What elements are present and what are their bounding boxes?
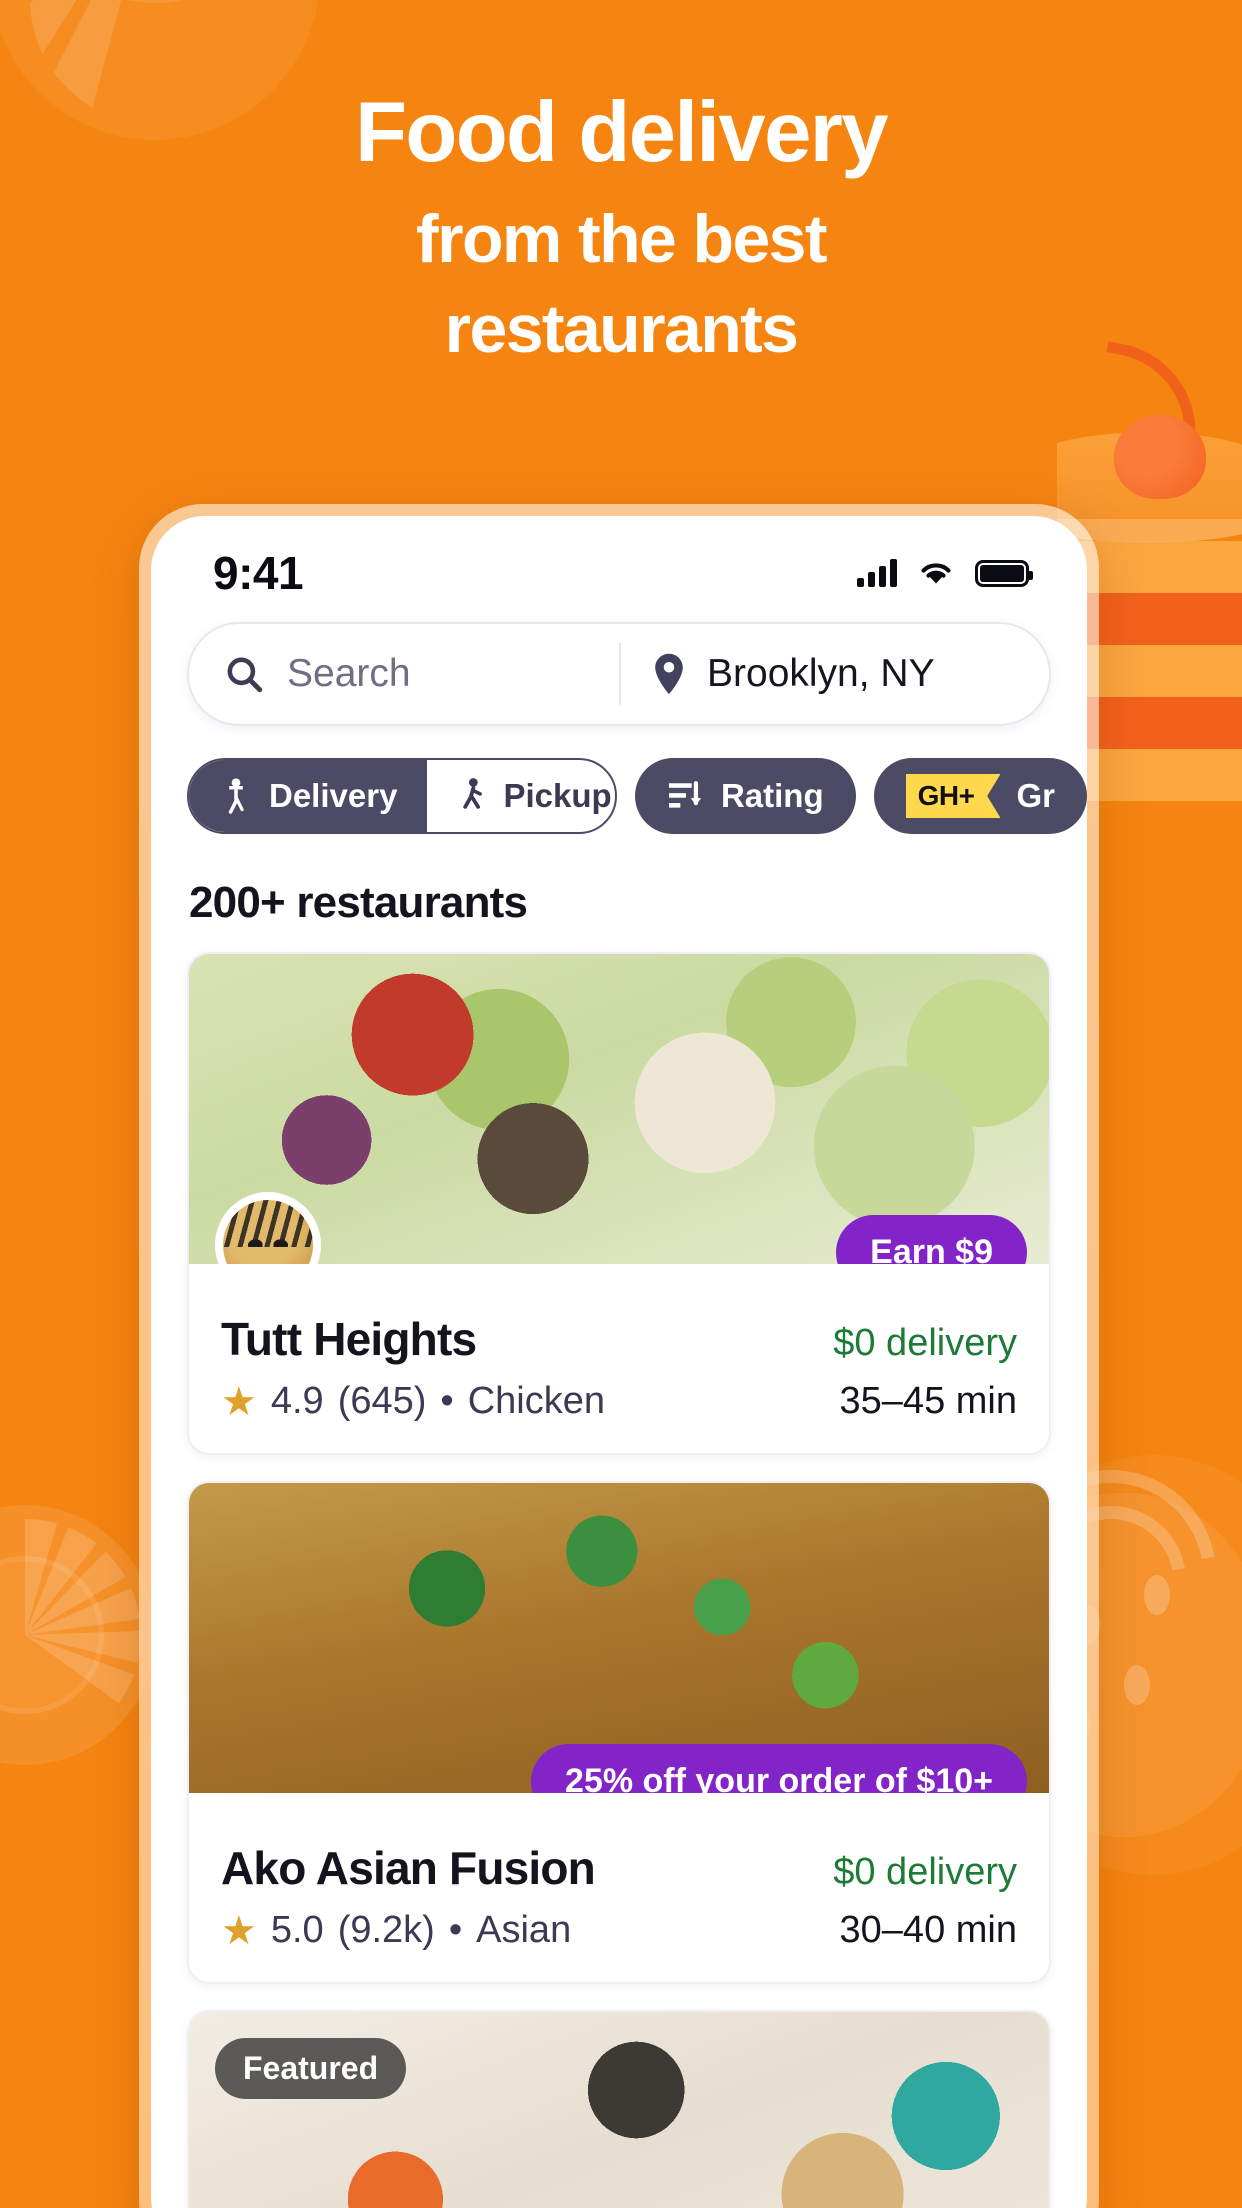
filter-chip-rating[interactable]: Rating [634, 758, 856, 834]
restaurant-card-body: Ako Asian Fusion $0 delivery ★ 5.0 (9.2k… [189, 1793, 1049, 1982]
location-value: Brooklyn, NY [707, 652, 935, 695]
location-input[interactable]: Brooklyn, NY [621, 652, 935, 696]
meta-separator: • [448, 1909, 463, 1951]
rating-value: 5.0 [270, 1909, 324, 1951]
review-count: (645) [337, 1380, 427, 1422]
featured-badge: Featured [215, 2038, 407, 2099]
filter-chip-rating-label: Rating [720, 777, 824, 814]
search-input[interactable]: Search [189, 652, 619, 696]
restaurant-photo-tacos[interactable]: Featured [189, 2012, 1049, 2208]
star-icon: ★ [221, 1379, 257, 1424]
citrus-slice-decoration-left [0, 1505, 155, 1765]
status-bar-icons [857, 559, 1033, 587]
filter-chip-gh-plus-label: Gr [1016, 777, 1055, 814]
restaurant-photo-noodles[interactable]: 25% off your order of $10+ [189, 1483, 1049, 1793]
filter-chips-row: Delivery Pickup Rating GH+ Gr [151, 726, 1087, 834]
delivery-fee: $0 delivery [833, 1322, 1017, 1364]
restaurant-card-body: Tutt Heights $0 delivery ★ 4.9 (645) • C… [189, 1264, 1049, 1453]
meta-separator: • [440, 1380, 454, 1422]
status-bar-time: 9:41 [213, 547, 304, 599]
battery-icon [975, 559, 1033, 587]
cherry-icon [1114, 415, 1206, 499]
delivery-scooter-icon [228, 778, 244, 814]
restaurant-photo-greek-salad[interactable]: Earn $9 [189, 954, 1049, 1264]
rating-value: 4.9 [270, 1380, 324, 1422]
search-placeholder: Search [287, 652, 411, 695]
restaurant-list: Earn $9 Tutt Heights $0 delivery ★ 4.9 (… [151, 928, 1087, 2208]
delivery-eta: 30–40 min [839, 1909, 1017, 1951]
restaurant-name: Ako Asian Fusion [221, 1842, 596, 1894]
promo-badge[interactable]: 25% off your order of $10+ [531, 1744, 1027, 1793]
restaurant-name: Tutt Heights [221, 1313, 477, 1365]
restaurant-count-heading: 200+ restaurants [189, 878, 528, 927]
restaurant-avatar [215, 1192, 321, 1264]
delivery-eta: 35–45 min [839, 1380, 1017, 1422]
location-pin-icon [655, 653, 683, 695]
sort-descending-icon [668, 781, 702, 808]
hero-headline: Food delivery from the best restaurants [0, 84, 1242, 374]
restaurant-meta: ★ 5.0 (9.2k) • Asian [221, 1909, 571, 1952]
restaurant-meta: ★ 4.9 (645) • Chicken [221, 1380, 605, 1423]
phone-screen: 9:41 Search Brooklyn, NY Delivery Pickup… [151, 516, 1087, 2208]
hero-line-3: restaurants [444, 291, 799, 367]
delivery-pickup-toggle[interactable]: Delivery Pickup [187, 758, 617, 834]
toggle-label-pickup: Pickup [503, 777, 612, 814]
walking-person-icon [463, 778, 483, 809]
review-count: (9.2k) [337, 1909, 435, 1951]
hero-line-2: from the best [416, 201, 828, 277]
phone-mockup-frame: 9:41 Search Brooklyn, NY Delivery Pickup… [139, 504, 1099, 2208]
restaurant-card[interactable]: Earn $9 Tutt Heights $0 delivery ★ 4.9 (… [187, 952, 1051, 1455]
search-bar[interactable]: Search Brooklyn, NY [187, 622, 1051, 726]
cuisine-type: Chicken [467, 1380, 606, 1422]
cellular-signal-icon [857, 559, 897, 587]
promo-badge[interactable]: Earn $9 [836, 1215, 1027, 1264]
search-icon [227, 657, 263, 693]
toggle-label-delivery: Delivery [269, 777, 398, 814]
toggle-option-delivery[interactable]: Delivery [189, 760, 428, 832]
star-icon: ★ [221, 1908, 257, 1953]
filter-chip-gh-plus[interactable]: GH+ Gr [873, 758, 1087, 834]
status-bar: 9:41 [151, 516, 1087, 612]
restaurant-card[interactable]: Featured [187, 2010, 1051, 2208]
wifi-icon [921, 563, 951, 584]
cuisine-type: Asian [476, 1909, 572, 1951]
gh-plus-badge: GH+ [905, 774, 1001, 818]
delivery-fee: $0 delivery [833, 1851, 1017, 1893]
toggle-option-pickup[interactable]: Pickup [427, 760, 615, 832]
hero-line-1: Food delivery [355, 85, 888, 180]
restaurant-card[interactable]: 25% off your order of $10+ Ako Asian Fus… [187, 1481, 1051, 1984]
